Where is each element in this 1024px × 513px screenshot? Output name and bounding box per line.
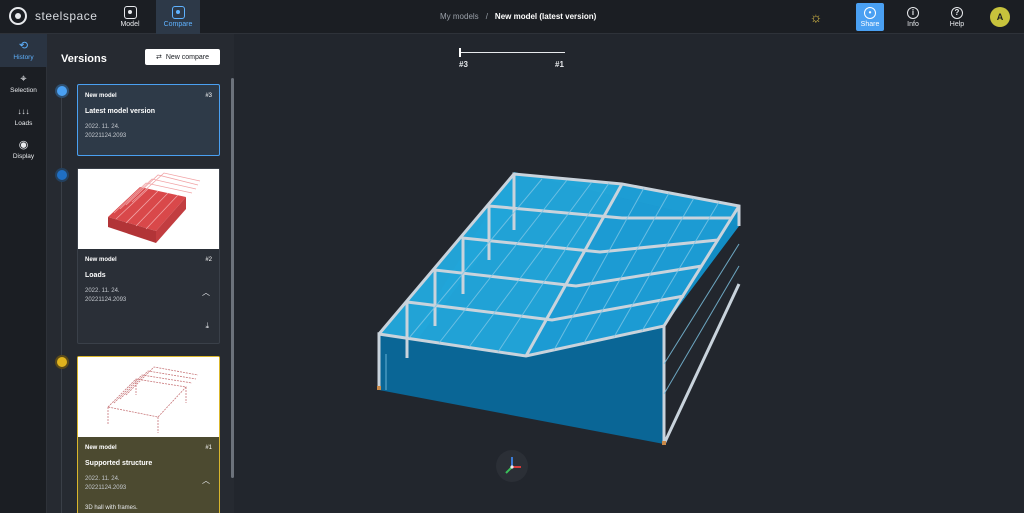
axes-icon — [505, 457, 521, 474]
version-card-3[interactable]: New model #3 Latest model version 2022. … — [77, 84, 220, 156]
version-card-2[interactable]: New model #2 Loads 2022. 11. 24. 2022112… — [77, 168, 220, 344]
timeline-line — [61, 92, 62, 513]
download-icon[interactable]: ⤓ — [205, 321, 209, 331]
top-bar: steelspace Model Compare My models / New… — [0, 0, 1024, 34]
rail-selection-label: Selection — [10, 87, 37, 94]
avatar[interactable]: A — [990, 7, 1010, 27]
steelspace-logo-icon — [9, 7, 27, 25]
app-name: steelspace — [35, 9, 98, 23]
sun-icon[interactable]: ☼ — [802, 3, 830, 31]
version-date: 2022. 11. 24. — [85, 288, 120, 294]
version-title: Supported structure — [85, 460, 153, 467]
rail-display-button[interactable]: ◉ Display — [0, 133, 47, 166]
eye-icon: ◉ — [18, 139, 29, 151]
version-number: #3 — [205, 93, 212, 99]
version-model-name: New model — [85, 445, 117, 451]
help-button[interactable]: ? Help — [942, 3, 972, 31]
version-card-1[interactable]: New model #1 Supported structure 2022. 1… — [77, 356, 220, 513]
version-model-name: New model — [85, 257, 117, 263]
version-number: #1 — [205, 445, 212, 451]
nav-compare-label: Compare — [163, 21, 193, 28]
version-id: 20221124.2093 — [85, 485, 127, 491]
history-icon: ⟲ — [18, 40, 29, 52]
new-compare-button[interactable]: ⇄ New compare — [145, 49, 220, 65]
share-button[interactable]: • Share — [856, 3, 884, 31]
rail-display-label: Display — [12, 153, 35, 160]
nav-model-button[interactable]: Model — [110, 0, 150, 34]
timeline-dot-1[interactable] — [57, 357, 67, 367]
nav-model-label: Model — [120, 21, 140, 28]
version-id: 20221124.2093 — [85, 297, 127, 303]
breadcrumb: My models / New model (latest version) — [440, 12, 596, 21]
timeline-dot-3[interactable] — [57, 86, 67, 96]
help-icon: ? — [951, 6, 963, 19]
version-model-name: New model — [85, 93, 117, 99]
share-icon: • — [864, 6, 876, 19]
model-icon — [123, 6, 137, 19]
swap-icon: ⇄ — [155, 54, 162, 61]
app-logo[interactable]: steelspace — [9, 7, 97, 25]
top-actions: ☼ • Share i Info ? Help A — [802, 3, 1010, 31]
nav-compare-button[interactable]: Compare — [156, 0, 200, 34]
rail-history-button[interactable]: ⟲ History — [0, 34, 47, 67]
share-label: Share — [860, 20, 880, 28]
chevron-up-icon[interactable]: ︿ — [202, 475, 210, 486]
version-date: 2022. 11. 24. — [85, 124, 120, 130]
version-number: #2 — [205, 257, 212, 263]
rail-loads-button[interactable]: ↓↓↓ Loads — [0, 100, 47, 133]
version-thumbnail-loads — [78, 169, 219, 249]
info-icon: i — [907, 6, 919, 19]
version-description: 3D hall with frames. — [85, 505, 138, 511]
top-nav: Model Compare — [110, 0, 206, 34]
steel-hall-model — [377, 172, 741, 445]
versions-panel: Versions ⇄ New compare New model #3 Late… — [47, 34, 234, 513]
help-label: Help — [949, 20, 965, 28]
axes-gizmo[interactable] — [496, 450, 528, 482]
structure-thumbnail-image — [107, 366, 199, 433]
info-button[interactable]: i Info — [898, 3, 928, 31]
version-thumbnail-structure — [78, 357, 219, 437]
left-rail: ⟲ History ⌖ Selection ↓↓↓ Loads ◉ Displa… — [0, 34, 47, 513]
loads-thumbnail-image — [108, 172, 201, 243]
rail-loads-label: Loads — [14, 120, 33, 127]
breadcrumb-current: New model (latest version) — [494, 12, 597, 21]
loads-icon: ↓↓↓ — [17, 107, 30, 116]
info-label: Info — [907, 20, 919, 28]
rail-selection-button[interactable]: ⌖ Selection — [0, 67, 47, 100]
versions-title: Versions — [61, 53, 107, 65]
timeline-dot-2[interactable] — [57, 170, 67, 180]
version-id: 20221124.2093 — [85, 133, 127, 139]
rail-history-label: History — [13, 54, 34, 61]
breadcrumb-my-models[interactable]: My models — [440, 12, 479, 21]
version-date: 2022. 11. 24. — [85, 476, 120, 482]
model-viewport[interactable]: #3 #1 — [234, 34, 1024, 513]
new-compare-label: New compare — [165, 53, 210, 61]
chevron-up-icon[interactable]: ︿ — [202, 287, 210, 298]
version-title: Latest model version — [85, 108, 156, 115]
breadcrumb-separator: / — [485, 12, 488, 21]
selection-icon: ⌖ — [20, 73, 27, 85]
version-title: Loads — [85, 272, 106, 279]
compare-icon — [171, 6, 185, 19]
